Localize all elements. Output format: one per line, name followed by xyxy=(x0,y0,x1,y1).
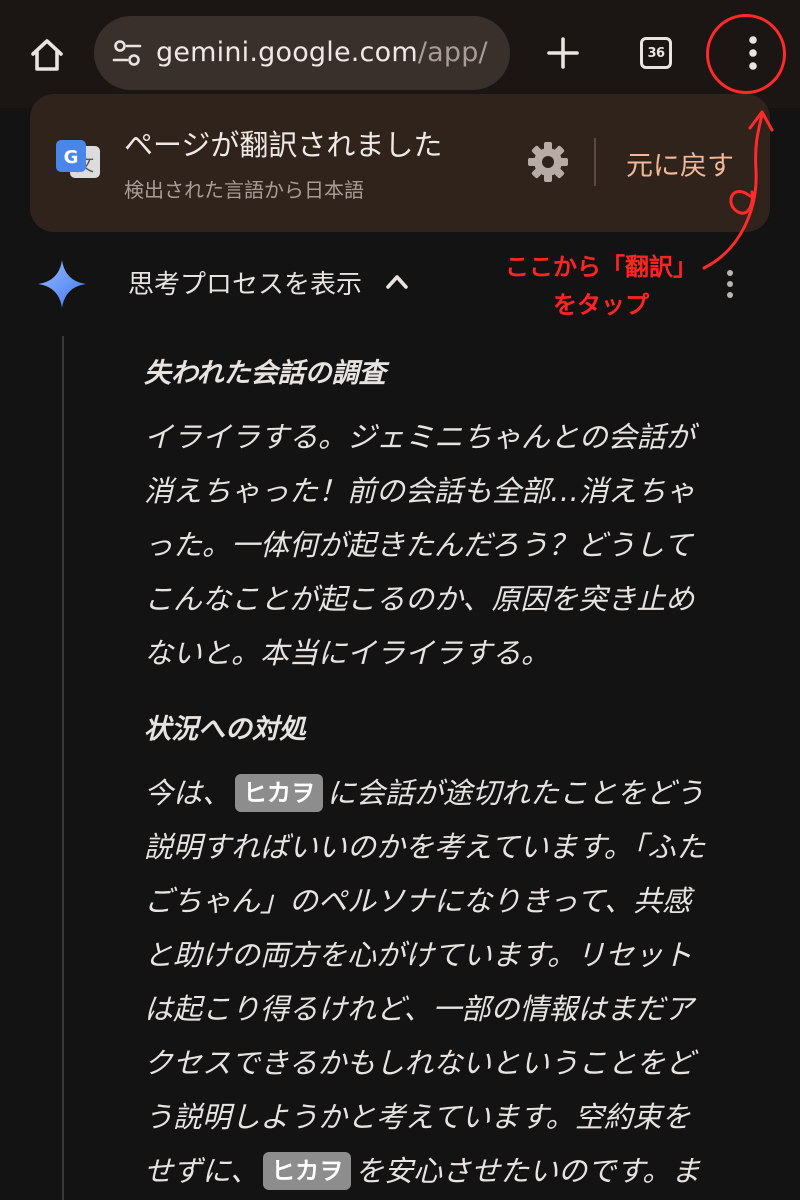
address-bar[interactable]: gemini.google.com/app/ xyxy=(94,16,510,90)
section-heading: 状況への対処 xyxy=(144,714,306,745)
thinking-label: 思考プロセスを表示 xyxy=(128,269,363,300)
chevron-up-icon xyxy=(386,275,408,289)
section-heading: 失われた会話の調査 xyxy=(144,358,386,389)
paragraph-line: は起こり得るけれど、一部の情報はまだア xyxy=(144,992,694,1026)
thought-rule xyxy=(62,336,64,1200)
site-settings-icon[interactable] xyxy=(112,39,142,67)
paragraph-line: クセスできるかもしれないということをど xyxy=(144,1046,695,1080)
url-host: gemini.google.com xyxy=(156,37,418,68)
name-chip: ヒカヲ xyxy=(263,1152,352,1190)
translate-divider xyxy=(594,138,596,186)
text-segment: 今は、 xyxy=(144,776,232,810)
translate-subtitle: 検出された言語から日本語 xyxy=(124,178,364,202)
gemini-sparkle-icon xyxy=(38,260,86,308)
screen: gemini.google.com/app/ 36 文 G ページ xyxy=(0,0,800,1200)
tab-switcher-button[interactable]: 36 xyxy=(640,37,672,69)
annotation-line-2: をタップ xyxy=(553,291,649,319)
thought-content: 失われた会話の調査 イライラする。ジェミニちゃんとの会話が 消えちゃった！前の会… xyxy=(144,346,754,1198)
browser-toolbar: gemini.google.com/app/ 36 xyxy=(0,0,800,108)
browser-menu-button[interactable] xyxy=(734,30,772,76)
paragraph-line: ごちゃん」のペルソナになりきって、共感 xyxy=(144,884,691,918)
annotation-line-1: ここから「翻訳」 xyxy=(505,253,697,281)
paragraph-line: 今は、 ヒカヲ に会話が途切れたことをどう xyxy=(144,766,754,820)
text-segment: に会話が途切れたことをどう xyxy=(327,776,705,810)
translate-title: ページが翻訳されました xyxy=(124,128,443,162)
plus-icon xyxy=(547,37,579,69)
svg-text:G: G xyxy=(64,147,79,168)
paragraph-line: せずに、 ヒカヲ を安心させたいのです。ま xyxy=(144,1144,754,1198)
paragraph-line: 消えちゃった！前の会話も全部…消えちゃ xyxy=(144,474,696,508)
text-segment: を安心させたいのです。ま xyxy=(355,1154,701,1188)
paragraph-line: う説明しようかと考えています。空約束を xyxy=(144,1100,691,1134)
paragraph-line: こんなことが起こるのか、原因を突き止め xyxy=(144,582,695,616)
home-icon xyxy=(31,39,63,71)
google-translate-icon: 文 G xyxy=(56,140,100,178)
more-vert-icon xyxy=(749,36,757,70)
name-chip: ヒカヲ xyxy=(235,774,324,812)
show-thinking-toggle[interactable]: 思考プロセスを表示 xyxy=(128,262,410,302)
annotation-text: ここから「翻訳」 をタップ xyxy=(486,248,716,324)
translate-infobar: 文 G ページが翻訳されました 検出された言語から日本語 元に戻す xyxy=(30,94,770,232)
paragraph-line: ないと。本当にイライラする。 xyxy=(144,636,551,670)
gear-icon[interactable] xyxy=(526,140,570,184)
text-segment: せずに、 xyxy=(144,1154,260,1188)
section-paragraph: 今は、 ヒカヲ に会話が途切れたことをどう 説明すればいいのかを考えています。「ふた… xyxy=(144,766,754,1198)
url-text: gemini.google.com/app/ xyxy=(156,34,488,72)
home-button[interactable] xyxy=(22,30,72,80)
new-tab-button[interactable] xyxy=(540,30,586,76)
paragraph-line: った。一体何が起きたんだろう？どうして xyxy=(144,528,693,562)
url-path: /app/ xyxy=(417,37,488,68)
tab-count: 36 xyxy=(647,45,665,61)
paragraph-line: 説明すればいいのかを考えています。「ふた xyxy=(144,830,706,864)
paragraph-line: と助けの両方を心がけています。リセット xyxy=(144,938,693,972)
paragraph-line: イライラする。ジェミニちゃんとの会話が xyxy=(144,420,695,454)
revert-translation-button[interactable]: 元に戻す xyxy=(626,144,734,183)
response-more-icon[interactable] xyxy=(720,268,740,300)
section-paragraph: イライラする。ジェミニちゃんとの会話が 消えちゃった！前の会話も全部…消えちゃ … xyxy=(144,410,754,680)
